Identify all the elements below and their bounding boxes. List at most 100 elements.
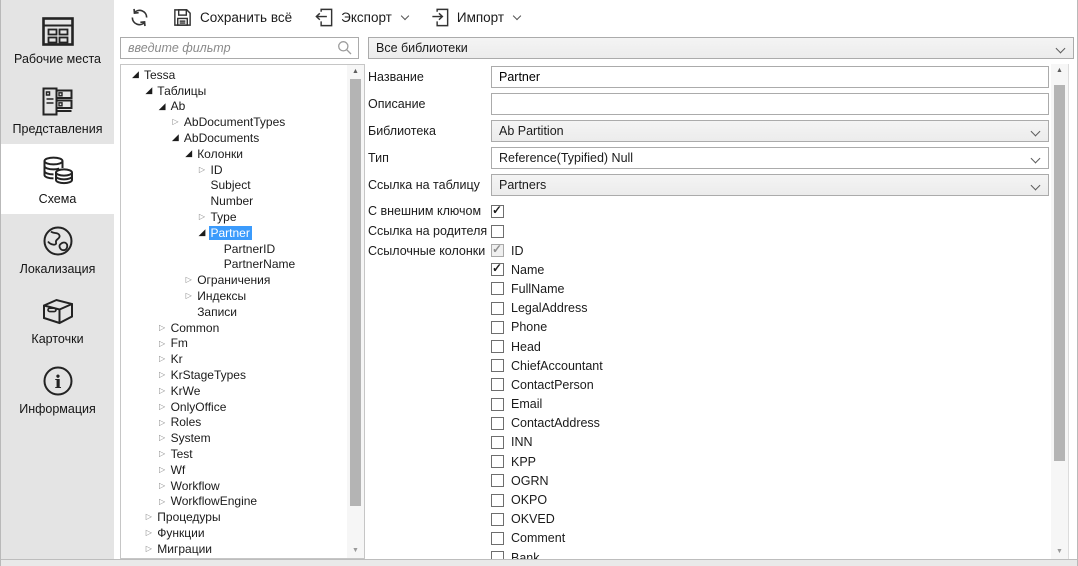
tree-item-OnlyOffice[interactable]: ▷OnlyOffice [121, 399, 347, 415]
column-option-Phone[interactable]: Phone [491, 318, 603, 337]
column-option-Comment[interactable]: Comment [491, 529, 603, 548]
expand-icon[interactable]: ▷ [142, 541, 155, 557]
column-option-INN[interactable]: INN [491, 433, 603, 452]
collapse-icon[interactable]: ◢ [182, 146, 195, 162]
tree-item-Wf[interactable]: ▷Wf [121, 462, 347, 478]
expand-icon[interactable]: ▷ [182, 272, 195, 288]
sidebar-item-cards[interactable]: Карточки [1, 284, 114, 354]
tree-scrollbar-thumb[interactable] [350, 79, 361, 506]
tree-item-Колонки[interactable]: ◢Колонки [121, 146, 347, 162]
table-reference-select[interactable]: Partners [491, 174, 1049, 196]
sidebar-item-schema[interactable]: Схема [1, 144, 114, 214]
filter-input[interactable] [120, 37, 359, 59]
column-checkbox-Head[interactable] [491, 340, 504, 353]
column-option-LegalAddress[interactable]: LegalAddress [491, 299, 603, 318]
tree-item-Функции[interactable]: ▷Функции [121, 525, 347, 541]
expand-icon[interactable]: ▷ [196, 209, 209, 225]
tree-item-Roles[interactable]: ▷Roles [121, 415, 347, 431]
tree-item-Записи[interactable]: Записи [121, 304, 347, 320]
expand-icon[interactable]: ▷ [156, 494, 169, 510]
collapse-icon[interactable]: ◢ [169, 130, 182, 146]
collapse-icon[interactable]: ◢ [129, 67, 142, 83]
name-input[interactable] [491, 66, 1049, 88]
expand-icon[interactable]: ▷ [156, 383, 169, 399]
column-option-ContactPerson[interactable]: ContactPerson [491, 375, 603, 394]
sidebar-item-information[interactable]: i Информация [1, 354, 114, 424]
expand-icon[interactable]: ▷ [142, 525, 155, 541]
column-checkbox-OKVED[interactable] [491, 513, 504, 526]
tree-item-PartnerID[interactable]: PartnerID [121, 241, 347, 257]
scroll-down-icon[interactable]: ▼ [1051, 545, 1068, 559]
tree-item-Number[interactable]: Number [121, 193, 347, 209]
expand-icon[interactable]: ▷ [156, 320, 169, 336]
column-option-Head[interactable]: Head [491, 337, 603, 356]
column-checkbox-OKPO[interactable] [491, 494, 504, 507]
expand-icon[interactable]: ▷ [156, 399, 169, 415]
column-option-FullName[interactable]: FullName [491, 279, 603, 298]
library-filter-select[interactable]: Все библиотеки [368, 37, 1074, 59]
column-option-OKVED[interactable]: OKVED [491, 510, 603, 529]
column-checkbox-KPP[interactable] [491, 455, 504, 468]
collapse-icon[interactable]: ◢ [196, 225, 209, 241]
column-checkbox-Comment[interactable] [491, 532, 504, 545]
column-option-OGRN[interactable]: OGRN [491, 471, 603, 490]
column-checkbox-Bank[interactable] [491, 551, 504, 559]
tree-item-Tessa[interactable]: ◢Tessa [121, 67, 347, 83]
expand-icon[interactable]: ▷ [156, 415, 169, 431]
tree-item-Common[interactable]: ▷Common [121, 320, 347, 336]
library-select[interactable]: Ab Partition [491, 120, 1049, 142]
scroll-up-icon[interactable]: ▲ [1051, 64, 1068, 78]
scroll-down-icon[interactable]: ▼ [347, 544, 364, 558]
form-scrollbar[interactable]: ▲ ▼ [1051, 64, 1068, 559]
tree-item-Миграции[interactable]: ▷Миграции [121, 541, 347, 557]
tree-item-Fm[interactable]: ▷Fm [121, 336, 347, 352]
column-option-ID[interactable]: ID [491, 241, 603, 260]
sidebar-item-views[interactable]: Представления [1, 74, 114, 144]
tree-item-AbDocuments[interactable]: ◢AbDocuments [121, 130, 347, 146]
collapse-icon[interactable]: ◢ [156, 99, 169, 115]
expand-icon[interactable]: ▷ [156, 430, 169, 446]
expand-icon[interactable]: ▷ [156, 367, 169, 383]
sidebar-item-localization[interactable]: Локализация [1, 214, 114, 284]
form-scrollbar-thumb[interactable] [1054, 85, 1065, 461]
column-option-Name[interactable]: Name [491, 260, 603, 279]
expand-icon[interactable]: ▷ [196, 162, 209, 178]
sidebar-item-workplaces[interactable]: Рабочие места [1, 4, 114, 74]
tree-item-Workflow[interactable]: ▷Workflow [121, 478, 347, 494]
column-checkbox-OGRN[interactable] [491, 474, 504, 487]
expand-icon[interactable]: ▷ [156, 351, 169, 367]
tree-item-Процедуры[interactable]: ▷Процедуры [121, 509, 347, 525]
tree-item-Индексы[interactable]: ▷Индексы [121, 288, 347, 304]
tree-item-Ab[interactable]: ◢Ab [121, 99, 347, 115]
description-input[interactable] [491, 93, 1049, 115]
tree-item-AbDocumentTypes[interactable]: ▷AbDocumentTypes [121, 114, 347, 130]
column-option-ContactAddress[interactable]: ContactAddress [491, 414, 603, 433]
tree-item-Type[interactable]: ▷Type [121, 209, 347, 225]
column-checkbox-FullName[interactable] [491, 282, 504, 295]
column-checkbox-ContactAddress[interactable] [491, 417, 504, 430]
collapse-icon[interactable]: ◢ [142, 83, 155, 99]
column-checkbox-INN[interactable] [491, 436, 504, 449]
column-option-KPP[interactable]: KPP [491, 452, 603, 471]
column-option-OKPO[interactable]: OKPO [491, 490, 603, 509]
tree-item-Subject[interactable]: Subject [121, 178, 347, 194]
column-option-Bank[interactable]: Bank [491, 548, 603, 559]
tree-item-Test[interactable]: ▷Test [121, 446, 347, 462]
column-checkbox-LegalAddress[interactable] [491, 302, 504, 315]
column-checkbox-ChiefAccountant[interactable] [491, 359, 504, 372]
column-checkbox-Email[interactable] [491, 398, 504, 411]
save-all-button[interactable]: Сохранить всё [172, 7, 292, 28]
column-checkbox-Phone[interactable] [491, 321, 504, 334]
tree-item-WorkflowEngine[interactable]: ▷WorkflowEngine [121, 494, 347, 510]
expand-icon[interactable]: ▷ [142, 509, 155, 525]
column-checkbox-ContactPerson[interactable] [491, 378, 504, 391]
column-option-Email[interactable]: Email [491, 395, 603, 414]
tree-item-KrWe[interactable]: ▷KrWe [121, 383, 347, 399]
tree-item-ID[interactable]: ▷ID [121, 162, 347, 178]
expand-icon[interactable]: ▷ [156, 478, 169, 494]
export-button[interactable]: Экспорт [314, 7, 408, 28]
refresh-button[interactable] [129, 7, 150, 28]
expand-icon[interactable]: ▷ [156, 462, 169, 478]
tree-item-PartnerName[interactable]: PartnerName [121, 257, 347, 273]
expand-icon[interactable]: ▷ [156, 446, 169, 462]
